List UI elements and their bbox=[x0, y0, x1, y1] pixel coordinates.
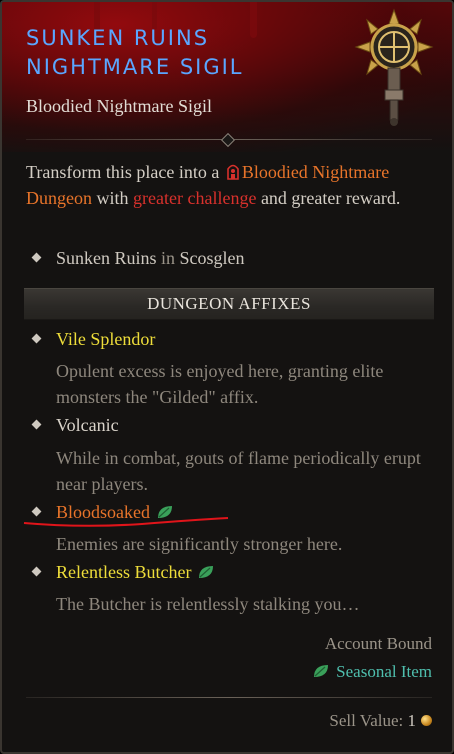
affix-description: Enemies are significantly stronger here. bbox=[56, 534, 343, 554]
affix-description: The Butcher is relentlessly stalking you… bbox=[56, 594, 360, 614]
affix-name: Volcanic bbox=[56, 415, 119, 435]
bullet-icon bbox=[31, 419, 42, 430]
item-tooltip: Sunken Ruins Nightmare Sigil Bloodied Ni… bbox=[0, 0, 454, 754]
header-divider bbox=[26, 132, 432, 148]
item-description: Transform this place into a Bloodied Nig… bbox=[26, 159, 426, 211]
affix-description: Opulent excess is enjoyed here, granting… bbox=[56, 361, 384, 407]
affix-name: Vile Splendor bbox=[56, 329, 156, 349]
description-text: Transform this place into a bbox=[26, 162, 220, 182]
affixes-header: DUNGEON AFFIXES bbox=[24, 288, 434, 320]
item-title-line2: Nightmare Sigil bbox=[26, 55, 244, 79]
description-text: with bbox=[96, 188, 129, 208]
gold-coin-icon bbox=[421, 715, 432, 726]
location-dungeon: Sunken Ruins bbox=[56, 248, 157, 268]
item-type: Bloodied Nightmare Sigil bbox=[26, 96, 212, 116]
item-title: Sunken Ruins Nightmare Sigil bbox=[26, 24, 346, 82]
affix-description: While in combat, gouts of flame periodic… bbox=[56, 448, 421, 494]
affix-name: Relentless Butcher bbox=[56, 562, 192, 582]
leaf-icon bbox=[199, 566, 214, 578]
seasonal-label: Seasonal Item bbox=[336, 662, 432, 681]
bloodied-dungeon-icon bbox=[227, 164, 239, 180]
location-connector: in bbox=[161, 248, 176, 268]
bullet-icon bbox=[31, 566, 42, 577]
affix-row: Relentless Butcher bbox=[56, 559, 215, 585]
sell-value-amount: 1 bbox=[407, 711, 417, 730]
location-region: Scosglen bbox=[179, 248, 245, 268]
sell-value-row: Sell Value: 1 bbox=[329, 711, 432, 731]
leaf-icon bbox=[314, 665, 329, 677]
challenge-text: greater challenge bbox=[133, 188, 257, 208]
account-bound-label: Account Bound bbox=[324, 634, 432, 653]
sigil-icon bbox=[354, 8, 434, 126]
item-title-line1: Sunken Ruins bbox=[26, 26, 210, 50]
sell-value-label: Sell Value: bbox=[329, 711, 404, 730]
red-underline-annotation bbox=[23, 517, 229, 527]
location-row: Sunken Ruins in Scosglen bbox=[56, 245, 245, 271]
seasonal-row: Seasonal Item bbox=[312, 662, 432, 682]
bullet-icon bbox=[31, 333, 42, 344]
footer-divider bbox=[26, 692, 432, 704]
bullet-icon bbox=[31, 252, 42, 263]
description-text: and greater reward. bbox=[260, 188, 401, 208]
